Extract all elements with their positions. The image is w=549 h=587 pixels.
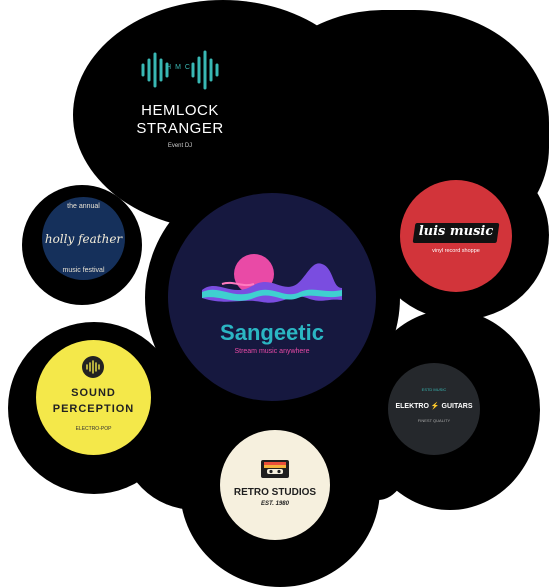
elektro-title-left: ELEKTRO <box>395 403 429 410</box>
elektro-title: ELEKTRO ⚡ GUITARS <box>388 402 480 410</box>
sangeetic-tagline: Stream music anywhere <box>234 348 310 355</box>
sangeetic-name: Sangeetic <box>220 320 324 345</box>
elektro-top-text: ESTD MUSIC <box>421 387 447 392</box>
lightning-icon: ⚡ <box>430 403 440 410</box>
sound-title-line2: PERCEPTION <box>52 403 135 415</box>
elektro-bottom-text: FINEST QUALITY <box>417 418 451 423</box>
hemlock-tagline: Event DJ <box>167 143 193 149</box>
holly-top-text: the annual <box>67 203 100 210</box>
hemlock-stranger-logo[interactable]: HMC HEMLOCK STRANGER Event DJ <box>110 45 250 160</box>
retro-studios-logo[interactable]: RETRO STUDIOS EST. 1980 <box>220 430 330 540</box>
elektro-title-right: GUITARS <box>441 403 473 410</box>
elektro-guitars-logo[interactable]: ESTD MUSIC ELEKTRO ⚡ GUITARS FINEST QUAL… <box>388 363 480 455</box>
sound-perception-logo[interactable]: SOUND PERCEPTION ELECTRO-POP <box>36 340 151 455</box>
sound-wave-badge-icon <box>82 356 104 378</box>
luis-music-logo[interactable]: luis music vinyl record shoppe <box>400 180 512 292</box>
sound-tagline: ELECTRO-POP <box>75 426 112 432</box>
retro-est: EST. 1980 <box>261 501 289 507</box>
hemlock-title-line2: STRANGER <box>136 120 224 137</box>
hemlock-monogram: HMC <box>166 64 194 71</box>
holly-bottom-text: music festival <box>62 267 105 274</box>
retro-name: RETRO STUDIOS <box>233 487 317 498</box>
sound-title-line1: SOUND <box>71 387 116 399</box>
cassette-icon <box>261 460 289 478</box>
sangeetic-logo[interactable]: Sangeetic Stream music anywhere <box>168 193 376 401</box>
hemlock-title-line1: HEMLOCK <box>141 102 219 119</box>
holly-feather-logo[interactable]: the annual holly feather music festival <box>42 197 125 280</box>
sangeetic-wave-icon <box>202 254 342 303</box>
holly-name: holly feather <box>44 232 123 246</box>
luis-name: luis music <box>418 224 494 239</box>
luis-tagline: vinyl record shoppe <box>432 248 480 254</box>
